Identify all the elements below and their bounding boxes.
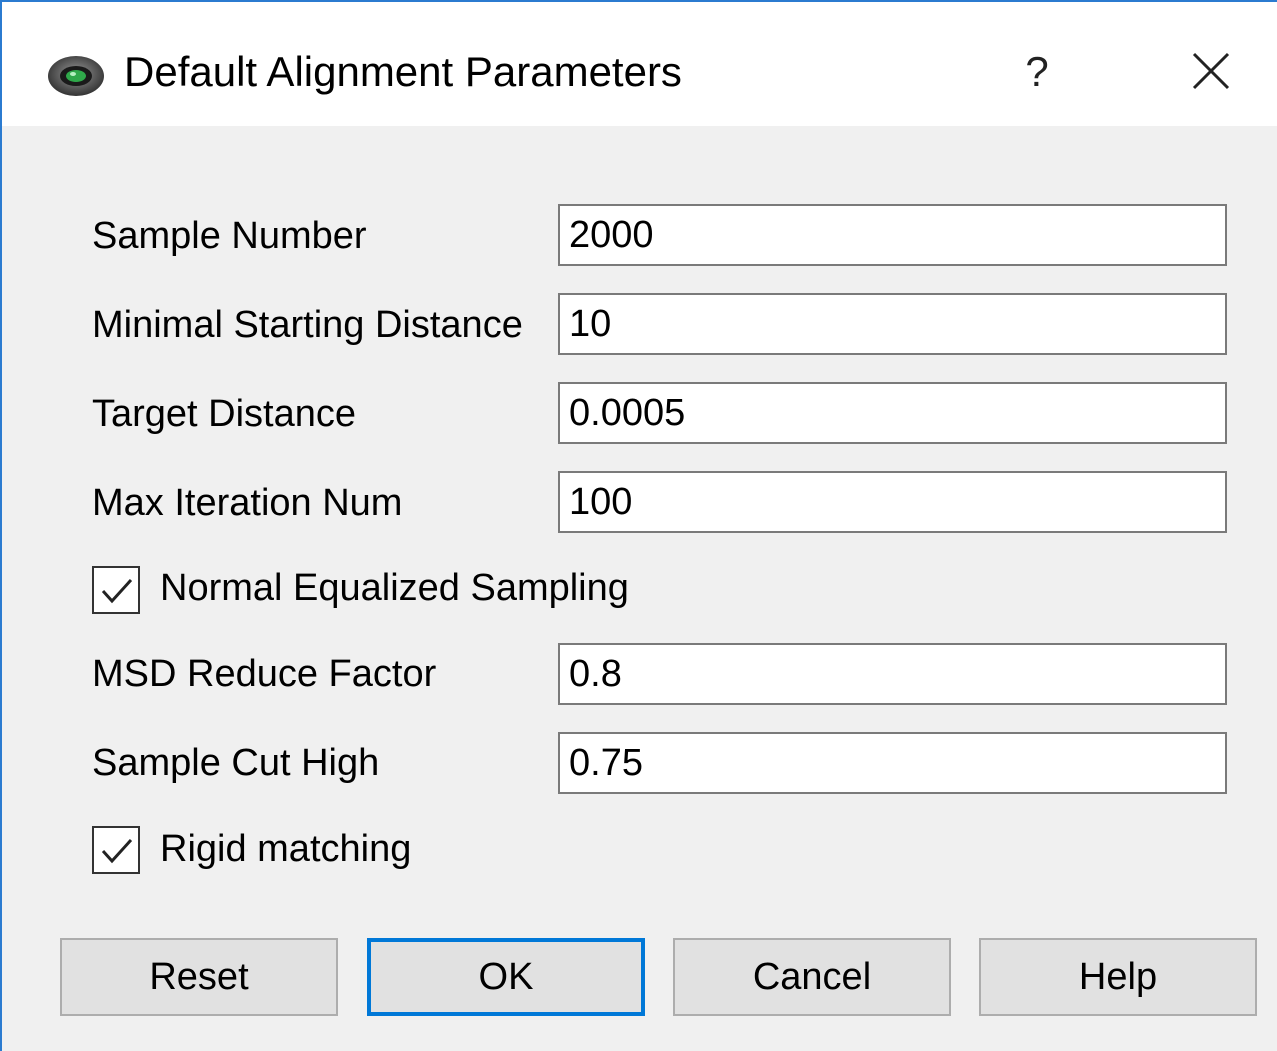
checkmark-icon (101, 578, 133, 604)
rigid-matching-checkbox[interactable] (92, 826, 140, 874)
close-icon[interactable] (1177, 42, 1247, 102)
normal-equalized-sampling-label[interactable]: Normal Equalized Sampling (160, 564, 629, 612)
target-distance-label: Target Distance (92, 393, 357, 435)
rigid-matching-label[interactable]: Rigid matching (160, 825, 411, 873)
sample-number-input[interactable] (558, 204, 1227, 266)
sample-cut-high-label: Sample Cut High (92, 742, 380, 784)
sample-cut-high-input[interactable] (558, 732, 1227, 794)
max-iteration-num-input[interactable] (558, 471, 1227, 533)
dialog-window: Default Alignment Parameters ? Sample Nu… (0, 0, 1277, 1051)
msd-reduce-factor-label: MSD Reduce Factor (92, 653, 437, 695)
checkmark-icon (101, 838, 133, 864)
help-button[interactable]: Help (979, 938, 1257, 1016)
normal-equalized-sampling-checkbox[interactable] (92, 566, 140, 614)
minimal-starting-distance-label: Minimal Starting Distance (92, 304, 523, 346)
ok-button[interactable]: OK (367, 938, 645, 1016)
cancel-button[interactable]: Cancel (673, 938, 951, 1016)
reset-button[interactable]: Reset (60, 938, 338, 1016)
target-distance-input[interactable] (558, 382, 1227, 444)
title-bar: Default Alignment Parameters ? (2, 2, 1277, 126)
minimal-starting-distance-input[interactable] (558, 293, 1227, 355)
window-title: Default Alignment Parameters (124, 48, 682, 95)
msd-reduce-factor-input[interactable] (558, 643, 1227, 705)
max-iteration-num-label: Max Iteration Num (92, 482, 403, 524)
title-help-button[interactable]: ? (1002, 44, 1072, 100)
sample-number-label: Sample Number (92, 215, 367, 257)
app-eye-icon (46, 52, 106, 98)
